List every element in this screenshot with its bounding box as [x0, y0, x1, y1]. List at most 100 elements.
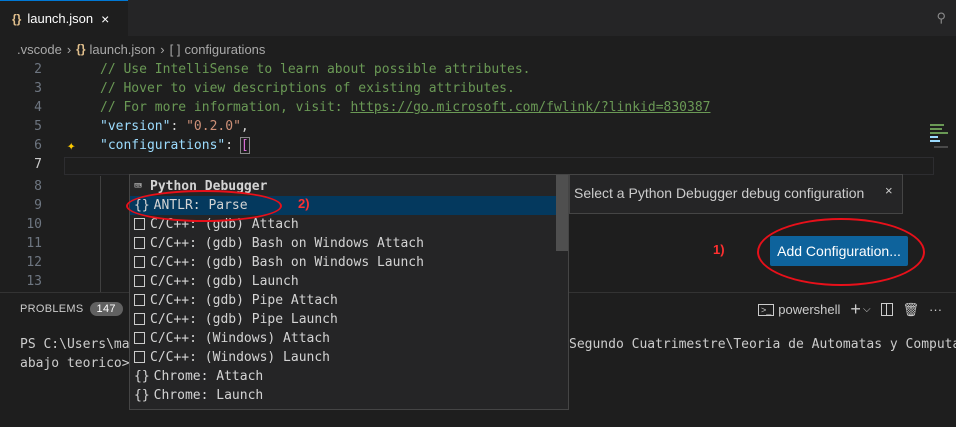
problems-label: PROBLEMS — [20, 303, 84, 315]
pin-icon[interactable]: ⚲ — [936, 10, 946, 26]
suggestion-item[interactable]: C/C++: (Windows) Launch — [130, 348, 557, 367]
code-text: // For more information, visit: https://… — [100, 98, 710, 117]
line-number: 13 — [26, 274, 42, 289]
line-number: 9 — [34, 198, 42, 213]
json-colon: : — [225, 138, 241, 153]
line-number: 6 — [34, 138, 42, 153]
python-debugger-icon: ⌨ — [134, 179, 142, 194]
more-actions-icon[interactable]: ··· — [929, 302, 942, 317]
snippet-icon — [134, 256, 145, 268]
line-number: 2 — [34, 62, 42, 77]
chevron-right-icon: › — [66, 41, 72, 57]
json-value: "0.2.0" — [186, 119, 241, 134]
snippet-icon — [134, 237, 145, 249]
tab-launch-json[interactable]: {} launch.json × — [0, 0, 128, 36]
array-icon: [ ] — [169, 41, 181, 57]
split-terminal-icon[interactable] — [880, 303, 893, 316]
doc-link[interactable]: https://go.microsoft.com/fwlink/?linkid=… — [350, 100, 710, 115]
snippet-icon — [134, 294, 145, 306]
braces-icon: {} — [134, 388, 150, 403]
snippet-icon — [134, 275, 145, 287]
suggestion-label: C/C++: (Windows) Attach — [150, 331, 331, 346]
annotation-label-2: 2) — [298, 196, 310, 211]
suggestion-label: C/C++: (gdb) Launch — [150, 274, 299, 289]
suggestion-item[interactable]: {} Chrome: Launch — [130, 386, 557, 405]
terminal-text: Segundo Cuatrimestre\Teoria de Automatas… — [569, 337, 956, 352]
line-number: 12 — [26, 255, 42, 270]
breadcrumb-launch-json[interactable]: launch.json — [90, 42, 156, 57]
tab-title: launch.json — [27, 11, 94, 26]
code-line: 2 // Use IntelliSense to learn about pos… — [0, 60, 920, 79]
breadcrumb-configurations[interactable]: configurations — [184, 42, 265, 57]
suggestion-item[interactable]: C/C++: (gdb) Launch — [130, 272, 557, 291]
line-number: 7 — [34, 157, 42, 172]
json-key: "configurations" — [100, 138, 226, 153]
line-number: 8 — [34, 179, 42, 194]
suggestion-label: Chrome: Attach — [153, 369, 264, 384]
suggestion-item[interactable]: C/C++: (gdb) Pipe Launch — [130, 310, 557, 329]
terminal-line: PS C:\Users\man — [20, 337, 137, 352]
json-file-icon: {} — [12, 11, 22, 26]
snippet-icon — [134, 218, 145, 230]
json-bracket: [ — [239, 137, 250, 154]
chevron-right-icon: › — [160, 41, 165, 57]
problems-count-badge: 147 — [89, 302, 123, 316]
json-colon: : — [170, 119, 187, 134]
terminal-shell-label[interactable]: powershell — [778, 302, 840, 317]
close-icon[interactable]: × — [101, 11, 109, 27]
line-number: 3 — [34, 81, 42, 96]
json-key: "version" — [100, 119, 171, 134]
suggestion-label: C/C++: (gdb) Bash on Windows Attach — [150, 236, 424, 251]
suggestion-item[interactable]: C/C++: (gdb) Pipe Attach — [130, 291, 557, 310]
breadcrumb-vscode[interactable]: .vscode — [17, 42, 62, 57]
snippet-icon — [134, 351, 145, 363]
suggestion-item[interactable]: C/C++: (gdb) Bash on Windows Launch — [130, 253, 557, 272]
trash-icon[interactable]: 🗑 — [903, 302, 920, 318]
suggestion-label: C/C++: (gdb) Pipe Launch — [150, 312, 338, 327]
annotation-label-1: 1) — [713, 242, 725, 257]
code-line: 6 "configurations": [ — [0, 136, 920, 155]
snippet-icon — [134, 332, 145, 344]
suggestion-label: C/C++: (gdb) Bash on Windows Launch — [150, 255, 424, 270]
snippet-icon — [134, 313, 145, 325]
json-comma: , — [240, 119, 249, 134]
comment-text: // For more information, visit: — [100, 100, 351, 115]
suggestion-label: C/C++: (gdb) Pipe Attach — [150, 293, 338, 308]
suggestion-item[interactable]: C/C++: (gdb) Bash on Windows Attach — [130, 234, 557, 253]
code-line: 5 "version": "0.2.0", — [0, 117, 920, 136]
terminal-toolbar: >_ powershell + ⌵ 🗑 ··· — [758, 299, 942, 320]
code-line: 3 // Hover to view descriptions of exist… — [0, 79, 920, 98]
suggestion-item[interactable]: C/C++: (Windows) Attach — [130, 329, 557, 348]
suggestion-label: C/C++: (Windows) Launch — [150, 350, 331, 365]
add-terminal-icon[interactable]: + — [850, 299, 861, 320]
close-icon[interactable]: × — [885, 183, 893, 198]
braces-icon: {} — [134, 369, 150, 384]
terminal-prompt: abajo teorico> — [20, 356, 130, 371]
line-number: 10 — [26, 217, 42, 232]
breadcrumb: .vscode › {} launch.json › [ ] configura… — [0, 38, 956, 60]
suggestion-label: Chrome: Launch — [153, 388, 264, 403]
tab-bar: {} launch.json × ⚲ — [0, 0, 956, 36]
suggestion-details: Select a Python Debugger debug configura… — [569, 174, 903, 214]
suggestion-scrollbar[interactable] — [556, 175, 568, 251]
terminal-line: abajo teorico> — [20, 356, 130, 371]
line-number: 11 — [26, 236, 42, 251]
code-text: "configurations": [ — [100, 136, 250, 155]
minimap[interactable] — [928, 120, 952, 160]
code-text: "version": "0.2.0", — [100, 117, 249, 136]
terminal-line: Segundo Cuatrimestre\Teoria de Automatas… — [569, 337, 956, 352]
code-line: 7 — [0, 155, 920, 174]
annotation-ellipse — [757, 218, 925, 286]
code-line: 4 // For more information, visit: https:… — [0, 98, 920, 117]
line-number: 4 — [34, 100, 42, 115]
code-text: // Use IntelliSense to learn about possi… — [100, 62, 531, 77]
terminal-icon: >_ — [758, 303, 775, 316]
suggestion-item[interactable]: {} Chrome: Attach — [130, 367, 557, 386]
code-text: // Hover to view descriptions of existin… — [100, 81, 515, 96]
annotation-ellipse — [126, 190, 282, 222]
chevron-down-icon[interactable]: ⌵ — [863, 304, 871, 315]
tab-problems[interactable]: PROBLEMS 147 — [20, 302, 123, 316]
details-text: Select a Python Debugger debug configura… — [574, 185, 865, 201]
json-file-icon: {} — [76, 42, 86, 56]
line-number: 5 — [34, 119, 42, 134]
